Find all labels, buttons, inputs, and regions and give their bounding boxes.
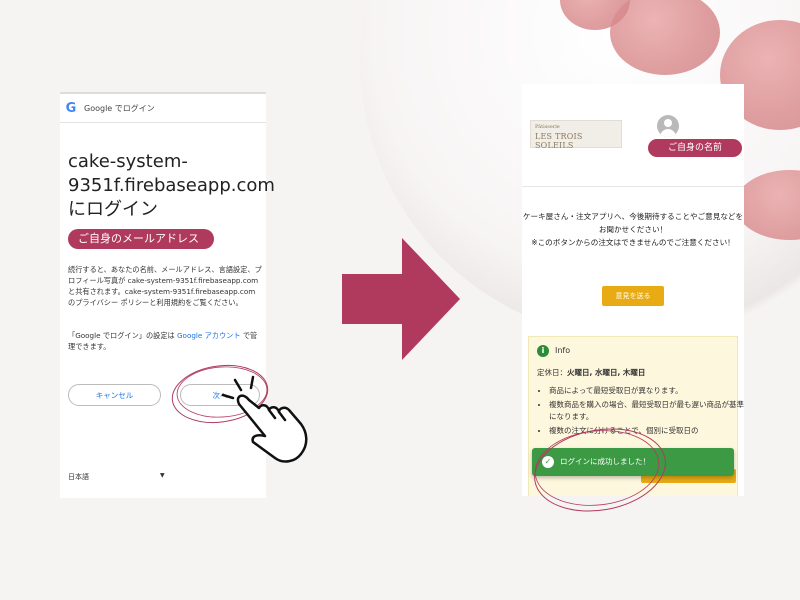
shop-logo-subtitle: Pâtisserie: [535, 124, 560, 130]
google-login-header-text: Google でログイン: [84, 103, 155, 113]
feedback-message-line: お聞かせください！: [598, 225, 668, 234]
google-account-link[interactable]: Google アカウント: [177, 331, 241, 340]
google-logo-icon: G: [65, 100, 77, 116]
login-title: cake-system-9351f.firebaseapp.com にログイン: [68, 151, 275, 220]
info-title: Info: [555, 346, 571, 355]
chevron-down-icon[interactable]: ▼: [160, 472, 165, 479]
send-feedback-button[interactable]: 意見を送る: [602, 286, 664, 306]
toast-message: ログインに成功しました！: [560, 457, 650, 466]
list-item: 複数の注文に分けることで、個別に受取日の: [549, 425, 744, 437]
holiday-text: 定休日：火曜日, 水曜日, 木曜日: [537, 367, 645, 378]
feedback-message-line: ※このボタンからの注文はできませんのでご注意ください！: [531, 238, 735, 247]
google-login-header: G Google でログイン: [60, 94, 266, 123]
holiday-days: 火曜日, 水曜日, 木曜日: [567, 368, 646, 377]
info-list: 商品によって最短受取日が異なります。 複数商品を購入の場合、最短受取日が最も遅い…: [537, 385, 744, 439]
list-item: 複数商品を購入の場合、最短受取日が最も遅い商品が基準になります。: [549, 399, 744, 423]
settings-note-prefix: 「Google でログイン」の設定は: [68, 331, 177, 340]
consent-description: 続行すると、あなたの名前、メールアドレス、言語設定、プロフィール写真が cake…: [68, 265, 262, 307]
success-toast: ✓ ログインに成功しました！: [532, 448, 734, 476]
cancel-button[interactable]: キャンセル: [68, 384, 161, 406]
info-icon: i: [537, 345, 549, 357]
feedback-message: ケーキ屋さん・注文アプリへ、今後期待することやご意見などを お聞かせください！ …: [522, 210, 744, 249]
holiday-label: 定休日：: [537, 368, 567, 377]
arrow-right-icon: [342, 238, 460, 360]
cake-app-panel: Pâtisserie LES TROIS SOLEILS ご自身の名前 ケーキ屋…: [522, 84, 744, 496]
list-item: 商品によって最短受取日が異なります。: [549, 385, 744, 397]
user-avatar-icon[interactable]: [657, 115, 679, 137]
settings-note: 「Google でログイン」の設定は Google アカウント で管理できます。: [68, 330, 264, 352]
language-select[interactable]: 日本語: [68, 472, 89, 482]
feedback-message-line: ケーキ屋さん・注文アプリへ、今後期待することやご意見などを: [522, 212, 744, 221]
pointing-hand-icon: [221, 375, 308, 463]
email-address-pill: ご自身のメールアドレス: [68, 229, 214, 249]
user-name-pill: ご自身の名前: [648, 139, 742, 157]
shop-logo-name: LES TROIS SOLEILS: [535, 132, 583, 150]
app-header: Pâtisserie LES TROIS SOLEILS ご自身の名前: [522, 84, 744, 187]
shop-logo[interactable]: Pâtisserie LES TROIS SOLEILS: [530, 120, 622, 150]
check-icon: ✓: [542, 456, 554, 468]
